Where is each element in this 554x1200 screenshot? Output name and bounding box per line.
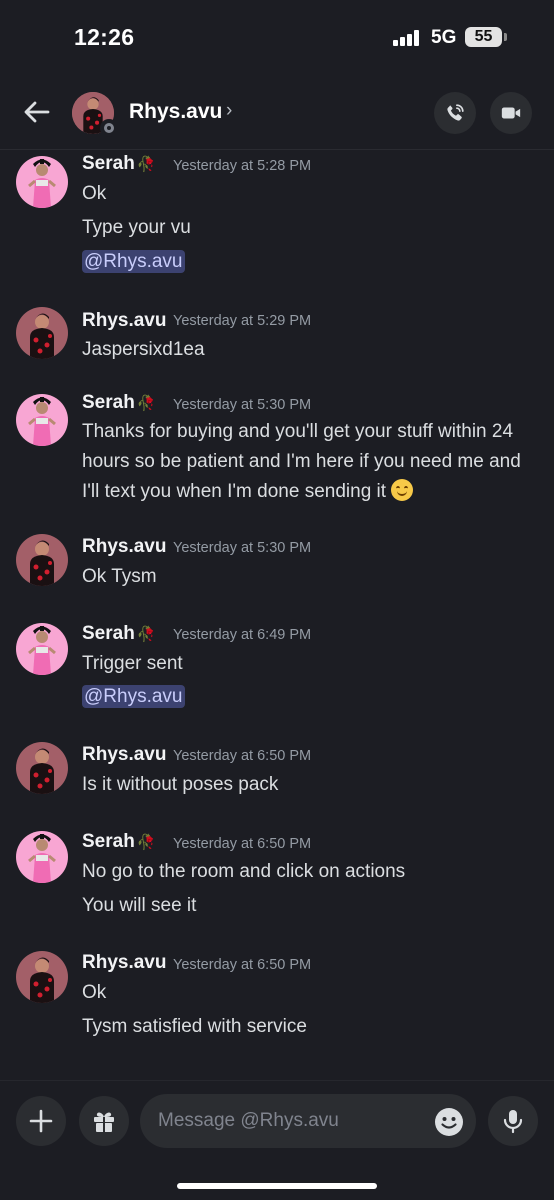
gift-icon	[94, 1112, 114, 1132]
message-input[interactable]	[140, 1094, 476, 1148]
network-label: 5G	[431, 27, 457, 48]
chat-header: Rhys.avu ›	[0, 76, 554, 150]
video-camera-icon	[501, 107, 521, 119]
rose-emoji-icon: 🥀	[136, 156, 156, 173]
author-name[interactable]: Rhys.avu	[82, 952, 166, 974]
status-time: 12:26	[74, 24, 135, 50]
avatar-serah[interactable]	[16, 394, 68, 446]
message-text: You will see it	[82, 895, 197, 916]
message-text-span: I'll text you when I'm done sending it	[82, 481, 387, 502]
smiling-face-emoji-icon	[391, 479, 414, 501]
author-name[interactable]: Serah 🥀	[82, 392, 156, 414]
avatar-serah[interactable]	[16, 831, 68, 883]
plus-icon	[29, 1109, 53, 1133]
author-label[interactable]: Serah	[82, 623, 135, 644]
rose-emoji-icon: 🥀	[136, 834, 156, 851]
microphone-icon	[503, 1110, 523, 1134]
idle-status-icon	[100, 119, 118, 137]
avatar-rhys[interactable]	[16, 307, 68, 359]
avatar-serah[interactable]	[16, 623, 68, 675]
message-text: @Rhys.avu	[82, 247, 542, 277]
battery-icon: 55	[465, 27, 507, 47]
message-timestamp: Yesterday at 5:30 PM	[173, 540, 312, 556]
attach-button[interactable]	[16, 1096, 66, 1146]
user-mention[interactable]: @Rhys.avu	[82, 685, 185, 708]
author-label[interactable]: Serah	[82, 153, 135, 174]
message-timestamp: Yesterday at 6:50 PM	[173, 836, 312, 852]
message-text: I'll text you when I'm done sending it	[82, 477, 542, 507]
avatar-rhys[interactable]	[16, 742, 68, 794]
message-text: No go to the room and click on actions	[82, 861, 406, 882]
message-timestamp: Yesterday at 6:50 PM	[173, 957, 312, 973]
author-name[interactable]: Serah 🥀	[82, 831, 156, 853]
message-text: Tysm satisfied with service	[82, 1016, 307, 1037]
author-name[interactable]: Serah 🥀	[82, 623, 156, 645]
message-text: Ok	[82, 183, 107, 204]
author-label[interactable]: Serah	[82, 831, 135, 852]
author-name[interactable]: Serah 🥀	[82, 153, 156, 175]
message-text: Is it without poses pack	[82, 774, 279, 795]
avatar-serah[interactable]	[16, 156, 68, 208]
avatar-rhys[interactable]	[16, 951, 68, 1003]
author-name[interactable]: Rhys.avu	[82, 744, 166, 766]
message-text: Ok	[82, 982, 107, 1003]
message-timestamp: Yesterday at 6:50 PM	[173, 748, 312, 764]
message-timestamp: Yesterday at 5:28 PM	[173, 158, 312, 174]
home-indicator	[177, 1183, 377, 1189]
call-button[interactable]	[434, 92, 476, 134]
back-arrow-icon[interactable]	[22, 97, 52, 127]
message-text: Trigger sent	[82, 653, 183, 674]
gift-button[interactable]	[79, 1096, 129, 1146]
status-bar: 12:26 5G 55	[0, 0, 554, 76]
emoji-icon	[435, 1108, 463, 1136]
message-text: Ok Tysm	[82, 566, 157, 587]
avatar-rhys[interactable]	[16, 534, 68, 586]
emoji-button[interactable]	[434, 1107, 464, 1137]
message-composer	[0, 1080, 554, 1200]
rose-emoji-icon: 🥀	[136, 395, 156, 412]
user-mention[interactable]: @Rhys.avu	[82, 250, 185, 273]
phone-call-icon	[447, 104, 464, 121]
message-text: @Rhys.avu	[82, 682, 542, 712]
message-text: Type your vu	[82, 217, 191, 238]
video-call-button[interactable]	[490, 92, 532, 134]
voice-message-button[interactable]	[488, 1096, 538, 1146]
message-text: Jaspersixd1ea	[82, 339, 205, 360]
message-text: Thanks for buying and you'll get your st…	[82, 421, 514, 442]
message-text: hours so be patient and I'm here if you …	[82, 451, 521, 472]
author-name[interactable]: Rhys.avu	[82, 310, 166, 332]
chevron-right-icon[interactable]: ›	[226, 100, 232, 122]
author-name[interactable]: Rhys.avu	[82, 536, 166, 558]
author-label[interactable]: Serah	[82, 392, 135, 413]
signal-icon	[393, 30, 420, 46]
message-timestamp: Yesterday at 5:30 PM	[173, 397, 312, 413]
message-timestamp: Yesterday at 5:29 PM	[173, 313, 312, 329]
chat-title[interactable]: Rhys.avu	[129, 100, 222, 124]
rose-emoji-icon: 🥀	[136, 626, 156, 643]
message-timestamp: Yesterday at 6:49 PM	[173, 627, 312, 643]
